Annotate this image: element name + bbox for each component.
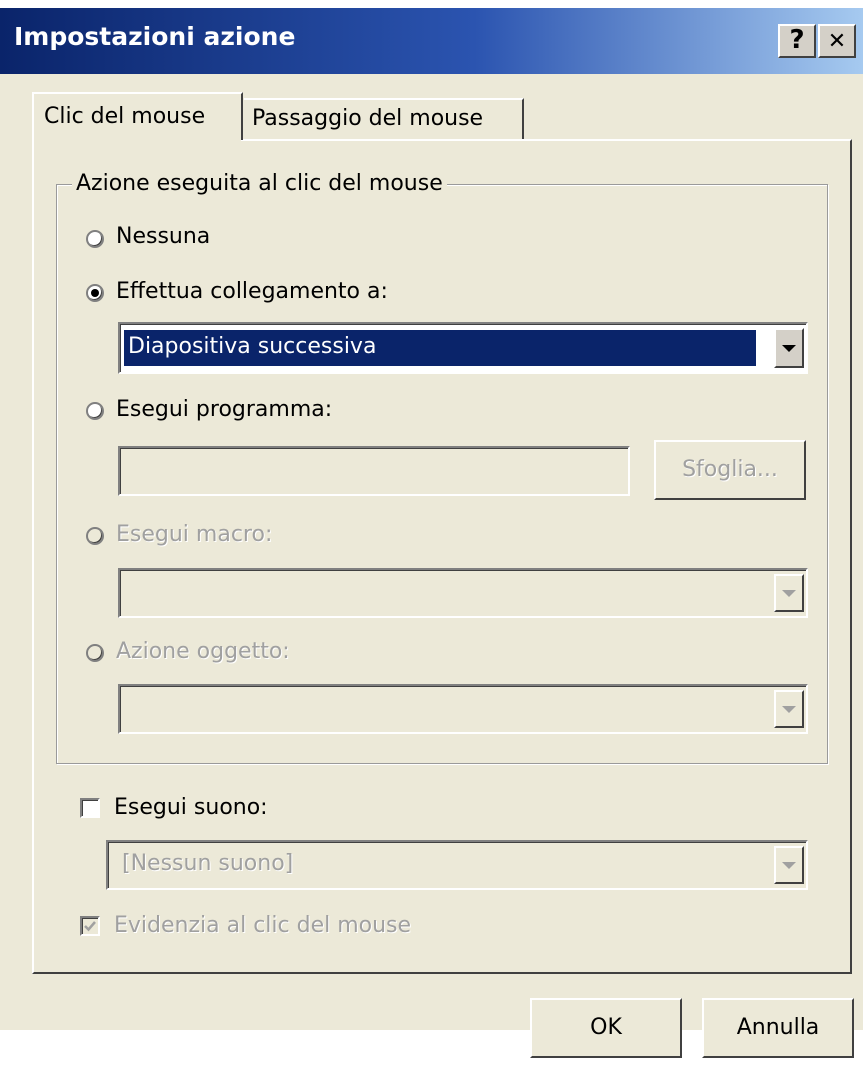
radio-esegui-macro[interactable] [86,527,104,545]
window-title: Impostazioni azione [14,22,296,51]
macro-dropdown[interactable] [118,568,808,618]
radio-azione-oggetto-label: Azione oggetto: [116,639,290,664]
chevron-down-icon [782,344,796,352]
dropdown-button[interactable] [774,328,804,368]
object-action-dropdown[interactable] [118,684,808,734]
tab-passaggio-del-mouse[interactable]: Passaggio del mouse [244,98,524,140]
dropdown-button[interactable] [774,846,804,884]
tab-join [34,138,241,142]
radio-azione-oggetto[interactable] [86,644,104,662]
radio-effettua-collegamento[interactable] [86,284,104,302]
radio-esegui-programma-label: Esegui programma: [116,397,333,422]
cancel-button[interactable]: Annulla [702,998,854,1058]
browse-button[interactable]: Sfoglia... [654,440,806,500]
dropdown-button[interactable] [774,574,804,612]
dropdown-button[interactable] [774,690,804,728]
checkmark-icon [84,921,96,932]
radio-selected-dot [91,289,99,297]
help-button[interactable]: ? [778,24,816,58]
sound-dropdown[interactable]: [Nessun suono] [106,840,808,890]
ok-button[interactable]: OK [530,998,682,1058]
checkbox-esegui-suono[interactable] [80,798,100,818]
program-path-input[interactable] [118,446,630,496]
close-icon: ✕ [827,29,847,54]
close-button[interactable]: ✕ [818,24,856,58]
help-icon: ? [789,25,805,55]
group-legend: Azione eseguita al clic del mouse [72,171,447,196]
radio-esegui-macro-label: Esegui macro: [116,522,273,547]
chevron-down-icon [782,589,796,597]
tab-label: Passaggio del mouse [252,106,484,131]
dropdown-selected-value: Diapositiva successiva [124,330,756,366]
radio-nessuna-label: Nessuna [116,224,211,249]
radio-effettua-collegamento-label: Effettua collegamento a: [116,279,388,304]
checkbox-evidenzia[interactable] [80,916,100,936]
chevron-down-icon [782,861,796,869]
checkbox-esegui-suono-label: Esegui suono: [114,795,268,820]
tab-label: Clic del mouse [44,104,206,129]
radio-esegui-programma[interactable] [86,402,104,420]
checkbox-evidenzia-label: Evidenzia al clic del mouse [114,913,412,938]
radio-nessuna[interactable] [86,230,104,248]
link-target-dropdown[interactable]: Diapositiva successiva [118,322,808,374]
tab-clic-del-mouse[interactable]: Clic del mouse [32,92,243,140]
chevron-down-icon [782,705,796,713]
sound-dropdown-value: [Nessun suono] [122,851,294,876]
